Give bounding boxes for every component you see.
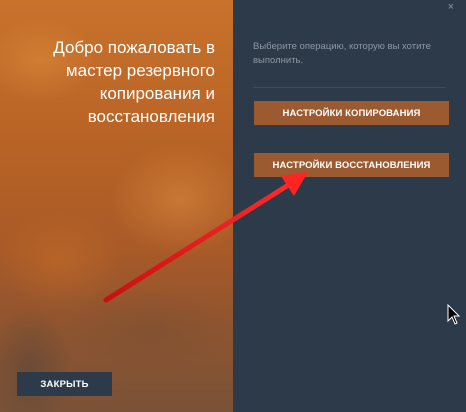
annotation-arrow (103, 172, 308, 303)
mouse-cursor-icon (447, 304, 461, 325)
